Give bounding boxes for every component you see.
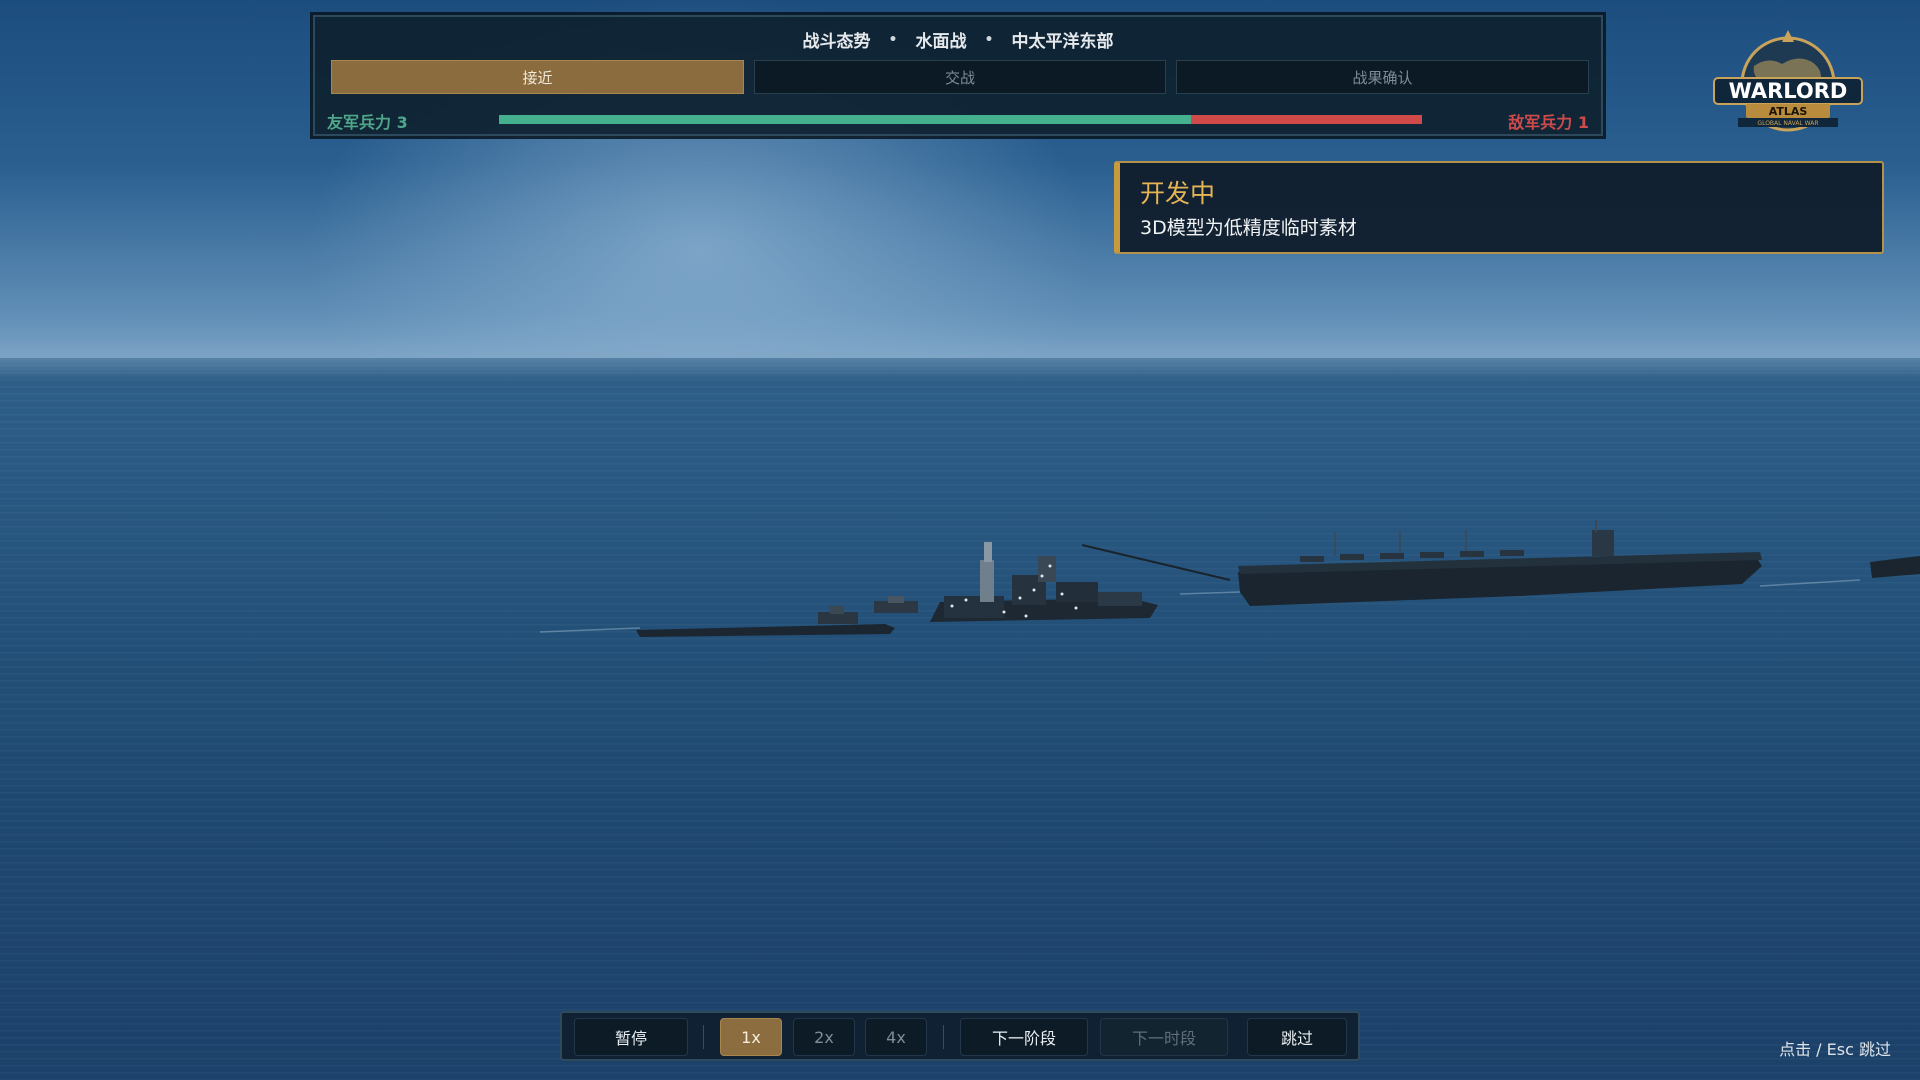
battle-status-panel: 战斗态势 • 水面战 • 中太平洋东部 接近 交战 战果确认 友军兵力 3 敌军… [313,15,1603,136]
phase-tab-result[interactable]: 战果确认 [1176,60,1589,94]
control-divider [943,1025,944,1049]
destroyer-model [636,596,918,637]
enemy-strength-fill [1191,115,1422,124]
speed-4x-button[interactable]: 4x [865,1018,927,1056]
logo-title-text: WARLORD [1729,79,1848,103]
friendly-strength-label: 友军兵力 3 [327,113,408,132]
battleship-model [930,542,1231,622]
skip-button[interactable]: 跳过 [1247,1018,1347,1056]
playback-control-bar: 暂停 1x 2x 4x 下一阶段 下一时段 跳过 [560,1011,1360,1061]
force-balance-bar [499,115,1422,124]
battle-type-label: 战斗态势 [802,32,871,52]
phase-tab-engage[interactable]: 交战 [754,60,1166,94]
skip-hint: 点击 / Esc 跳过 [1779,1040,1891,1059]
title-separator: • [984,31,994,48]
next-time-segment-button[interactable]: 下一时段 [1100,1018,1228,1056]
enemy-strength-label: 敌军兵力 1 [1508,113,1589,132]
logo-tagline-text: GLOBAL NAVAL WAR [1757,120,1818,127]
battle-title: 战斗态势 • 水面战 • 中太平洋东部 [315,27,1601,53]
friendly-strength-fill [499,115,1192,124]
dev-notice-banner: 开发中 3D模型为低精度临时素材 [1114,161,1884,254]
logo-subtitle-text: ATLAS [1769,105,1808,118]
phase-tab-approach[interactable]: 接近 [331,60,744,94]
speed-1x-button[interactable]: 1x [720,1018,782,1056]
location-label: 中太平洋东部 [1011,32,1114,52]
control-divider [703,1025,704,1049]
combat-mode-label: 水面战 [915,32,967,52]
title-separator: • [888,31,898,48]
dev-notice-title: 开发中 [1140,179,1216,208]
offscreen-ship-model [1870,556,1920,578]
carrier-model [1238,520,1762,606]
speed-2x-button[interactable]: 2x [793,1018,855,1056]
pause-button[interactable]: 暂停 [574,1018,688,1056]
dev-notice-message: 3D模型为低精度临时素材 [1140,217,1357,239]
next-phase-button[interactable]: 下一阶段 [960,1018,1088,1056]
warlord-atlas-logo: WARLORD ATLAS GLOBAL NAVAL WAR [1713,30,1863,132]
